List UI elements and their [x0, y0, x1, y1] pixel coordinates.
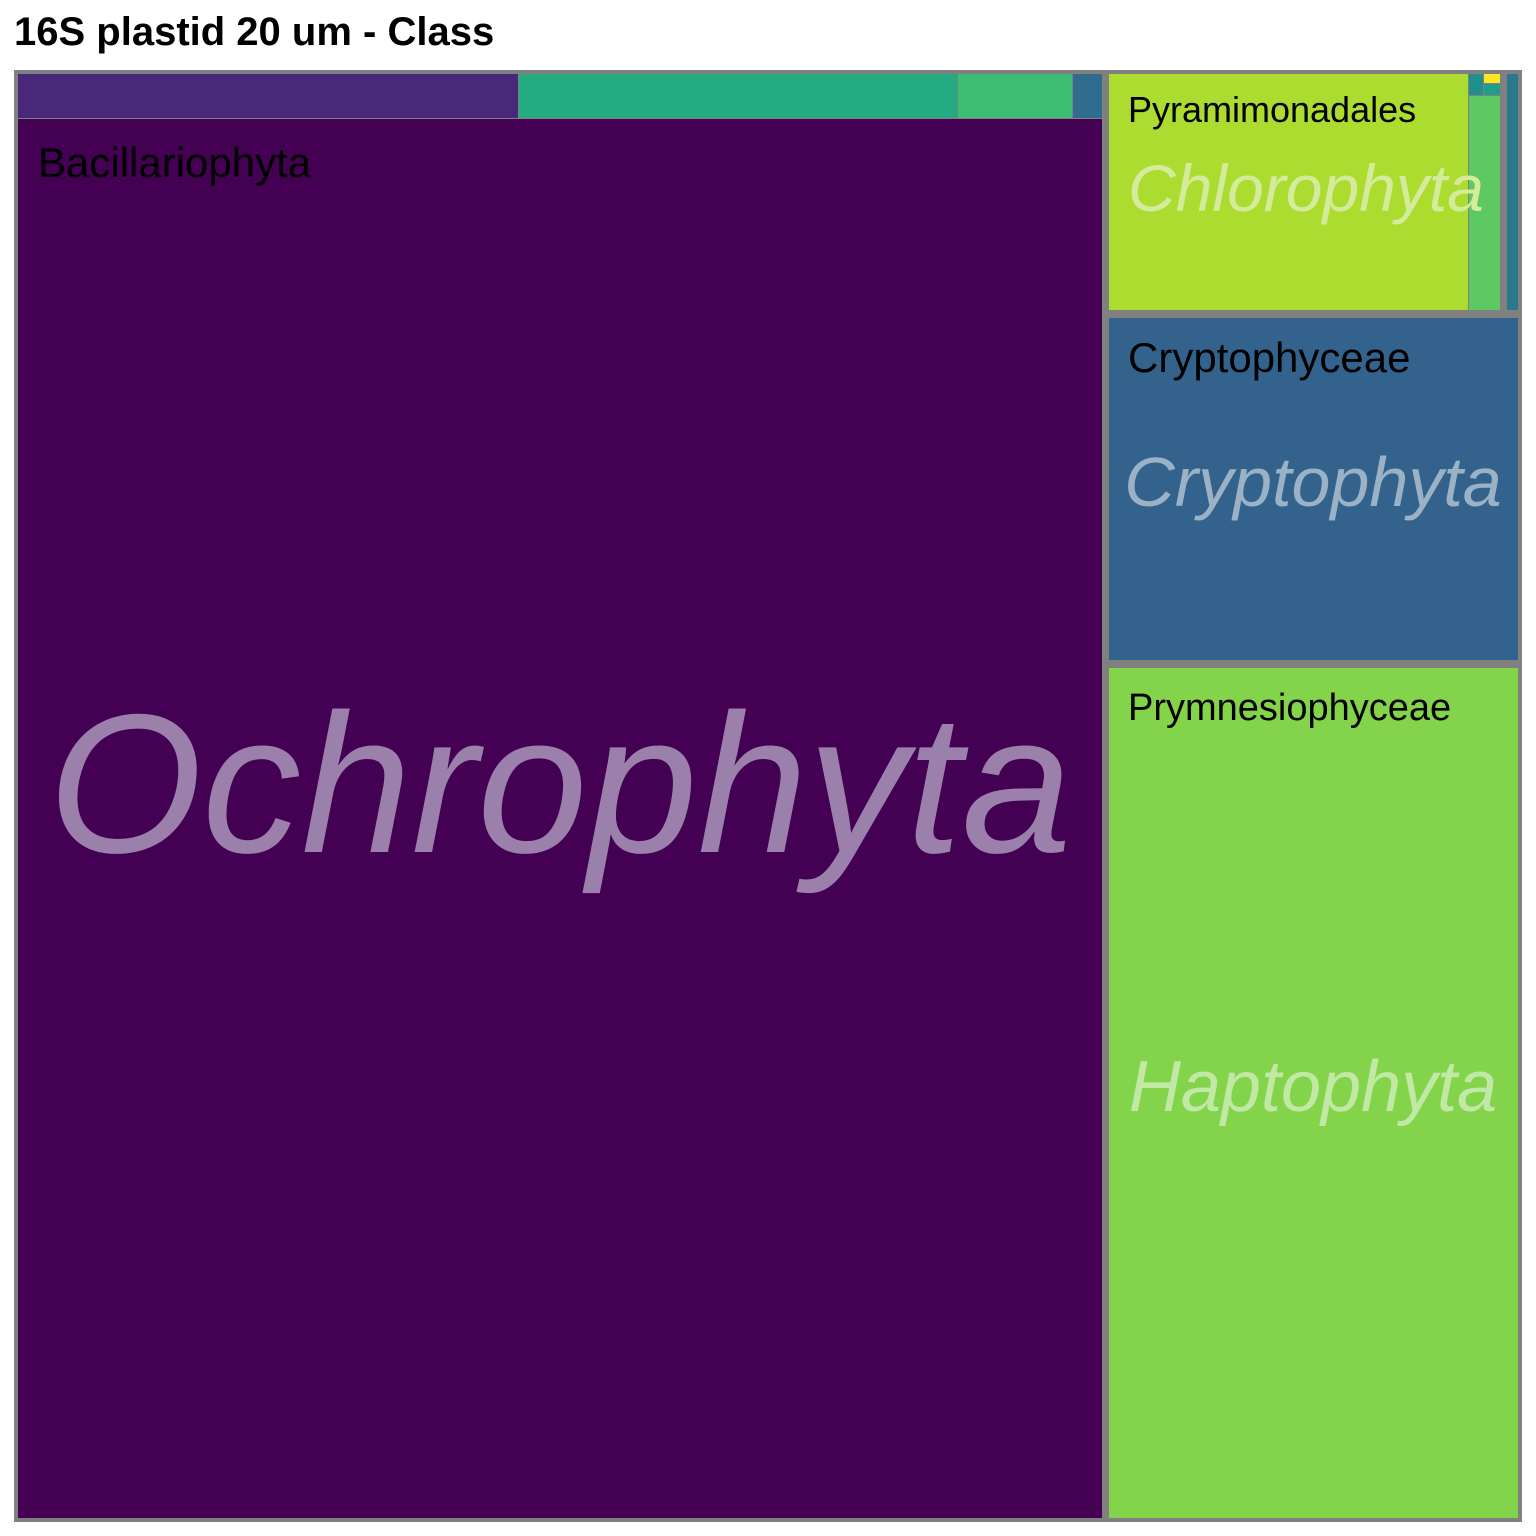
- group-cryptophyta: Cryptophyceae Cryptophyta: [1109, 318, 1518, 660]
- tile-ochrophyta-class-2: [18, 74, 518, 118]
- label-chlorophyta: Chlorophyta: [1128, 151, 1484, 225]
- tile-ochrophyta-class-5: [1073, 74, 1102, 118]
- label-ochrophyta: Ochrophyta: [48, 673, 1072, 894]
- tile-ochrophyta-class-3: [519, 74, 957, 118]
- label-prymnesiophyceae: Prymnesiophyceae: [1128, 687, 1451, 729]
- label-cryptophyceae: Cryptophyceae: [1128, 334, 1411, 381]
- label-haptophyta: Haptophyta: [1129, 1047, 1497, 1127]
- label-pyramimonadales: Pyramimonadales: [1128, 89, 1416, 130]
- label-bacillariophyta: Bacillariophyta: [38, 139, 312, 186]
- tile-ochrophyta-class-4: [958, 74, 1072, 118]
- tile-chlorophyta-class-5: [1484, 84, 1500, 95]
- group-haptophyta: Prymnesiophyceae Haptophyta: [1109, 668, 1518, 1518]
- tile-chlorophyta-class-4: [1484, 74, 1500, 83]
- tile-chlorophyta-class-3: [1469, 74, 1483, 95]
- label-cryptophyta: Cryptophyta: [1124, 443, 1501, 521]
- tile-chlorophyta-class-6: [1507, 74, 1518, 310]
- treemap-chart: Bacillariophyta Ochrophyta Pyramimonadal…: [14, 70, 1522, 1522]
- group-chlorophyta: Pyramimonadales Chlorophyta: [1109, 74, 1518, 310]
- group-ochrophyta: Bacillariophyta Ochrophyta: [18, 74, 1102, 1518]
